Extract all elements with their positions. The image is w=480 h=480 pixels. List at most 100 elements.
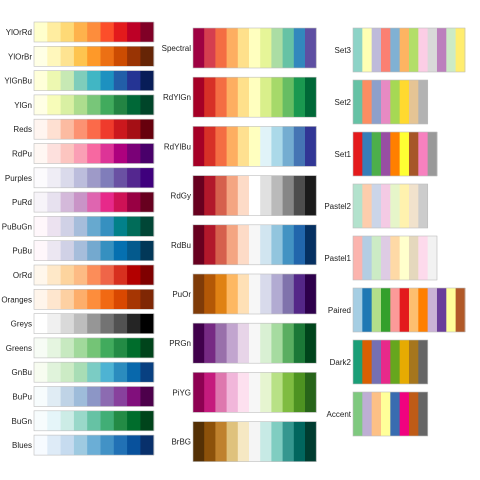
color-swatch (60, 167, 75, 188)
color-swatch (353, 80, 363, 124)
color-swatch (140, 313, 155, 334)
color-swatch (100, 192, 115, 213)
color-swatch (271, 224, 283, 265)
color-swatch (436, 288, 447, 332)
color-swatch (60, 386, 75, 407)
color-swatch (140, 289, 155, 310)
color-swatch (271, 126, 283, 167)
color-swatch (87, 313, 101, 334)
color-swatch (260, 274, 272, 314)
color-swatch (204, 323, 216, 364)
palette-label: YlOrBr (8, 52, 32, 61)
color-swatch (100, 70, 115, 91)
color-swatch (127, 22, 141, 42)
color-swatch (249, 175, 261, 216)
color-swatch (271, 175, 283, 216)
color-swatch (237, 77, 250, 118)
color-swatch (353, 28, 363, 72)
color-swatch (282, 126, 295, 167)
color-swatch (371, 132, 382, 176)
color-swatch (418, 288, 429, 332)
color-swatch (47, 167, 61, 188)
color-swatch (380, 132, 391, 176)
color-swatch (408, 132, 419, 176)
palette-brbg: BrBG (171, 421, 317, 462)
palette-label: Set2 (335, 98, 352, 107)
color-swatch (305, 77, 317, 118)
color-swatch (34, 70, 48, 91)
color-swatch (390, 80, 401, 124)
color-swatch (380, 236, 391, 280)
color-swatch (34, 216, 48, 237)
color-swatch (127, 192, 141, 213)
color-swatch (215, 421, 227, 462)
color-swatch (73, 435, 88, 456)
color-swatch (371, 28, 382, 72)
color-swatch (293, 28, 306, 68)
color-swatch (60, 265, 75, 285)
color-swatch (127, 143, 141, 164)
color-swatch (237, 323, 250, 364)
color-swatch (193, 421, 205, 462)
color-swatch (100, 167, 115, 188)
color-swatch (380, 80, 391, 124)
color-swatch (34, 410, 48, 431)
palette-label: Accent (327, 410, 352, 419)
color-swatch (282, 421, 295, 462)
palette-accent: Accent (327, 391, 429, 437)
palette-orrd: OrRd (13, 264, 155, 286)
color-swatch (215, 28, 227, 68)
color-swatch (127, 289, 141, 310)
color-swatch (226, 175, 239, 216)
color-swatch (390, 184, 401, 228)
color-swatch (87, 22, 101, 42)
color-swatch (380, 340, 391, 384)
color-swatch (427, 236, 438, 280)
palette-label: YlGn (14, 101, 32, 110)
color-swatch (237, 372, 250, 413)
color-swatch (34, 167, 48, 188)
color-swatch (408, 28, 419, 72)
color-swatch (390, 340, 401, 384)
color-swatch (237, 175, 250, 216)
color-swatch (140, 216, 155, 237)
color-swatch (87, 337, 101, 358)
color-swatch (226, 126, 239, 167)
color-swatch (60, 192, 75, 213)
color-swatch (226, 28, 239, 68)
color-swatch (47, 192, 61, 213)
color-swatch (140, 46, 155, 67)
color-swatch (47, 435, 61, 456)
color-palette-chart: YlOrRd YlOrBr YlGnBu YlGn Reds RdPu Purples PuR… (1, 21, 466, 462)
color-swatch (305, 28, 317, 68)
color-swatch (380, 392, 391, 436)
color-swatch (362, 340, 373, 384)
color-swatch (305, 126, 317, 167)
palette-label: PuRd (12, 198, 32, 207)
color-swatch (237, 421, 250, 462)
palette-label: Reds (13, 125, 32, 134)
color-swatch (353, 236, 363, 280)
color-swatch (60, 216, 75, 237)
color-swatch (113, 167, 128, 188)
color-swatch (305, 372, 317, 413)
color-swatch (193, 274, 205, 314)
color-swatch (47, 265, 61, 285)
color-swatch (193, 224, 205, 265)
color-swatch (390, 392, 401, 436)
color-swatch (127, 216, 141, 237)
palette-label: RdBu (171, 241, 191, 250)
color-swatch (215, 372, 227, 413)
color-swatch (305, 224, 317, 265)
color-swatch (305, 274, 317, 314)
palette-greys: Greys (11, 313, 155, 334)
color-swatch (282, 224, 295, 265)
palette-label: BuGn (12, 417, 32, 426)
color-swatch (408, 80, 419, 124)
color-swatch (237, 28, 250, 68)
color-swatch (427, 288, 438, 332)
color-swatch (73, 386, 88, 407)
color-swatch (408, 392, 419, 436)
color-swatch (140, 94, 155, 115)
color-swatch (390, 236, 401, 280)
